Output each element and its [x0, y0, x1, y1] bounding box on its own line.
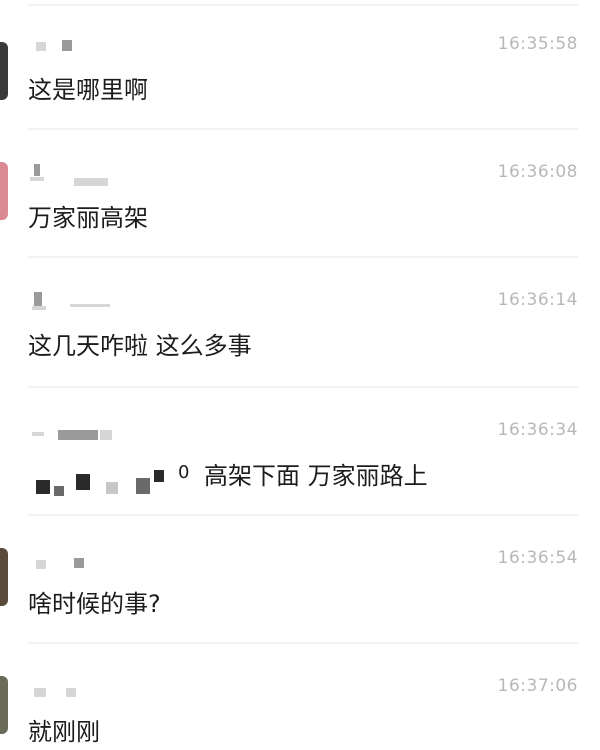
divider — [28, 386, 578, 388]
divider — [28, 642, 578, 644]
message-time: 16:36:14 — [497, 290, 578, 310]
sender-name-redacted — [30, 686, 170, 700]
message-text: 这几天咋啦 这么多事 — [28, 332, 252, 360]
redacted-text — [30, 464, 180, 498]
chat-message-list[interactable]: 16:35:58 这是哪里啊 16:36:08 万家丽高架 16:36:14 这… — [0, 0, 600, 750]
message-text: 啥时候的事? — [28, 590, 161, 618]
sender-name-redacted — [30, 424, 170, 440]
avatar[interactable] — [0, 676, 8, 734]
divider — [28, 4, 578, 6]
message-text-prefix: 0 — [178, 462, 190, 483]
divider — [28, 128, 578, 130]
message-time: 16:36:08 — [497, 162, 578, 182]
sender-name-redacted — [30, 556, 170, 570]
message-text: 就刚刚 — [28, 718, 100, 746]
sender-name-redacted — [30, 38, 170, 52]
avatar[interactable] — [0, 548, 8, 606]
sender-name-redacted — [30, 164, 170, 186]
message-time: 16:37:06 — [497, 676, 578, 696]
avatar[interactable] — [0, 162, 8, 220]
divider — [28, 514, 578, 516]
message-time: 16:36:34 — [497, 420, 578, 440]
sender-name-redacted — [30, 292, 170, 310]
divider — [28, 256, 578, 258]
message-time: 16:35:58 — [497, 34, 578, 54]
message-text: 万家丽高架 — [28, 204, 148, 232]
message-text: 高架下面 万家丽路上 — [204, 462, 428, 490]
message-time: 16:36:54 — [497, 548, 578, 568]
message-text: 这是哪里啊 — [28, 76, 148, 104]
avatar[interactable] — [0, 42, 8, 100]
